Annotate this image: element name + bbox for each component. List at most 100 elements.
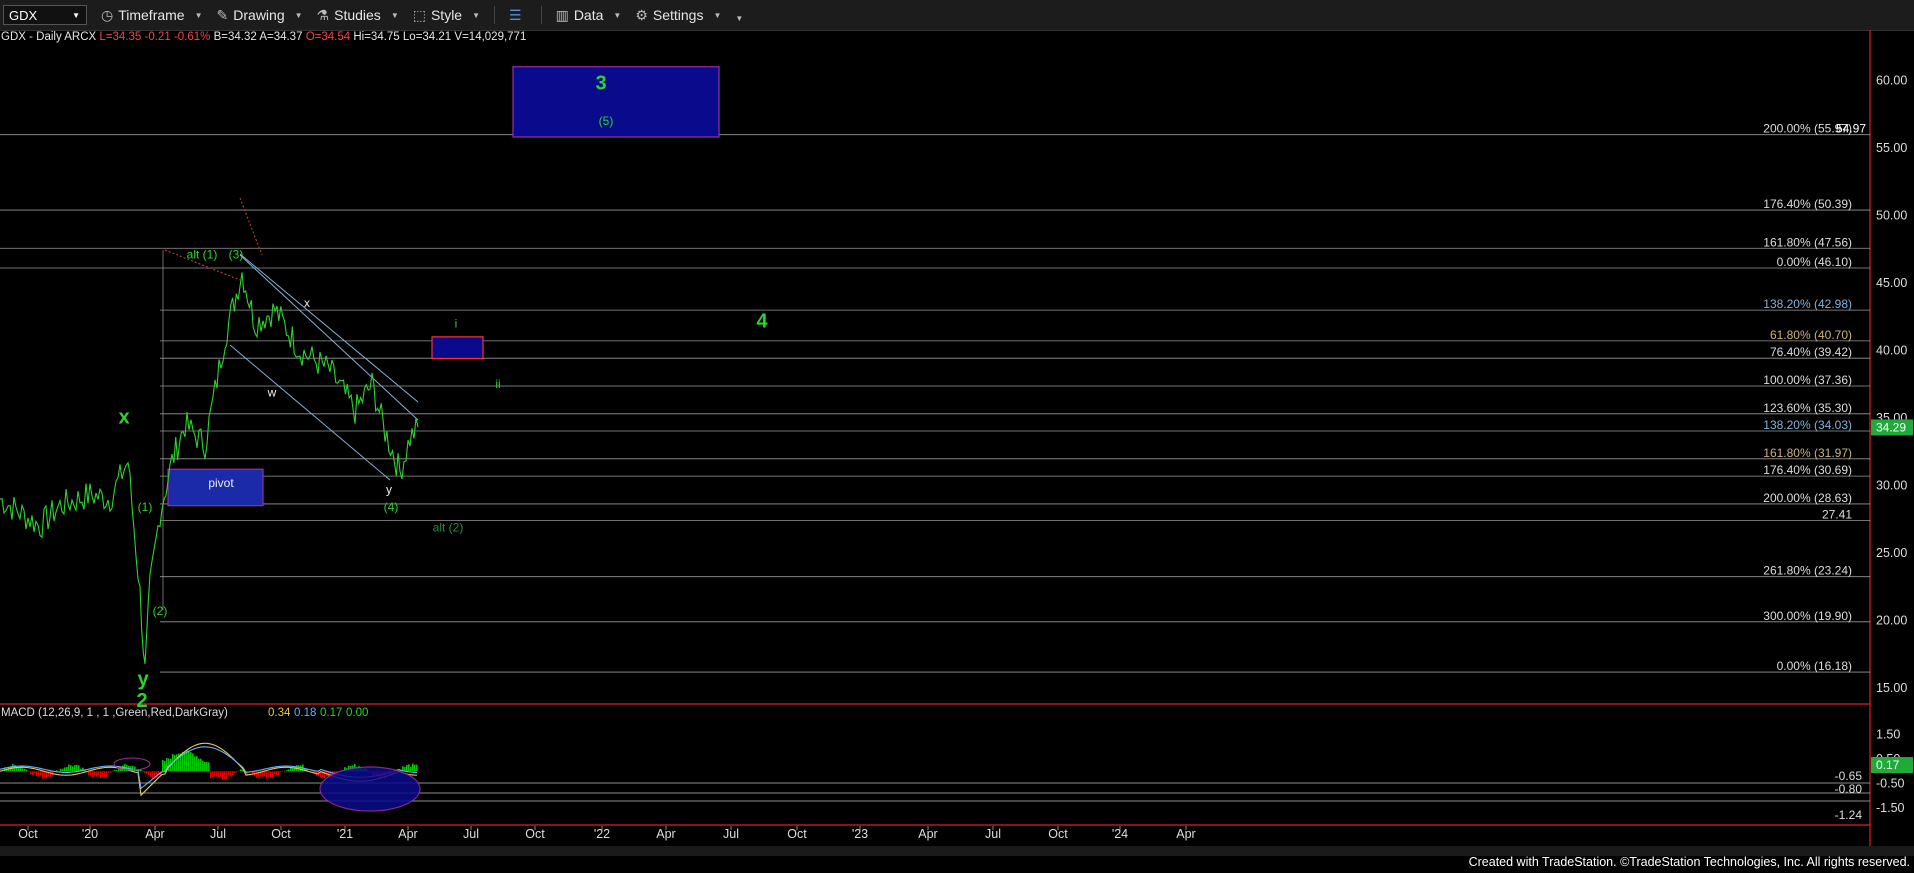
fib-level-label: 27.41 bbox=[1822, 507, 1852, 521]
macd-histogram-bar bbox=[90, 771, 92, 776]
wave-label: 3 bbox=[595, 73, 606, 95]
macd-histogram-bar bbox=[70, 765, 72, 772]
macd-histogram-bar bbox=[56, 770, 58, 772]
macd-histogram-bar bbox=[66, 767, 68, 772]
macd-histogram-bar bbox=[202, 760, 204, 772]
wave-label: x bbox=[304, 296, 310, 310]
macd-histogram-bar bbox=[268, 771, 270, 777]
macd-histogram-bar bbox=[192, 753, 194, 772]
macd-histogram-bar bbox=[174, 755, 176, 772]
wave-label: ii bbox=[495, 377, 500, 391]
macd-histogram-bar bbox=[162, 760, 164, 772]
macd-histogram-bar bbox=[184, 751, 186, 772]
macd-histogram-bar bbox=[278, 771, 280, 776]
macd-highlight-ellipse bbox=[319, 766, 421, 812]
macd-label: MACD (12,26,9, 1 , 1 ,Green,Red,DarkGray… bbox=[1, 707, 228, 719]
wave-label: (3) bbox=[229, 248, 244, 262]
macd-histogram-bar bbox=[32, 771, 34, 776]
wave-label: x bbox=[118, 406, 129, 428]
macd-histogram-bar bbox=[300, 765, 302, 772]
fib-level-label: 61.80% (40.70) bbox=[1770, 328, 1852, 342]
macd-histogram-bar bbox=[216, 771, 218, 777]
y-tick-label: 25.00 bbox=[1876, 546, 1907, 560]
macd-histogram-bar bbox=[406, 765, 408, 772]
macd-histogram-bar bbox=[36, 771, 38, 776]
fib-level-label: 261.80% (23.24) bbox=[1763, 564, 1852, 578]
macd-histogram-bar bbox=[196, 756, 198, 772]
current-price-label: 34.29 bbox=[1876, 420, 1906, 434]
macd-histogram-bar bbox=[224, 771, 226, 779]
channel-lower-line bbox=[229, 344, 391, 481]
fib-level-label: 123.60% (35.30) bbox=[1763, 401, 1852, 415]
macd-histogram-bar bbox=[150, 771, 152, 777]
macd-histogram-bar bbox=[22, 768, 24, 772]
wave-i-target bbox=[431, 336, 484, 360]
macd-histogram-bar bbox=[152, 771, 154, 779]
fib-level-label: 176.40% (30.69) bbox=[1763, 463, 1852, 477]
macd-histogram-bar bbox=[176, 754, 178, 772]
macd-histogram-bar bbox=[108, 771, 110, 773]
macd-histogram-bar bbox=[100, 771, 102, 779]
macd-histogram-bar bbox=[62, 768, 64, 772]
macd-value: 0.34 bbox=[268, 707, 291, 719]
macd-histogram-bar bbox=[34, 771, 36, 774]
macd-histogram-bar bbox=[416, 764, 418, 772]
macd-histogram-bar bbox=[236, 771, 238, 773]
macd-histogram-bar bbox=[408, 764, 410, 772]
macd-histogram-bar bbox=[204, 762, 206, 772]
ask-price: A=34.37 bbox=[259, 31, 303, 43]
wave-label: (5) bbox=[599, 114, 614, 128]
macd-histogram-bar bbox=[26, 769, 28, 772]
y-tick-label: 55.00 bbox=[1876, 141, 1907, 155]
macd-histogram-bar bbox=[78, 765, 80, 772]
macd-histogram-bar bbox=[230, 771, 232, 777]
macd-histogram-bar bbox=[280, 771, 282, 773]
macd-histogram-bar bbox=[38, 771, 40, 777]
macd-histogram-bar bbox=[210, 771, 212, 779]
wave-label: w bbox=[267, 385, 277, 399]
low-price: Lo=34.21 bbox=[402, 31, 452, 43]
wave-label: y bbox=[137, 668, 149, 690]
macd-histogram-bar bbox=[98, 771, 100, 776]
y-tick-label: 45.00 bbox=[1876, 276, 1907, 290]
macd-histogram-bar bbox=[228, 771, 230, 776]
fib-level-label: 300.00% (19.90) bbox=[1763, 609, 1852, 623]
y-tick-label: 30.00 bbox=[1876, 478, 1907, 492]
macd-histogram-bar bbox=[106, 771, 108, 777]
y-tick-label: 50.00 bbox=[1876, 208, 1907, 222]
fib-level-label: 138.20% (34.03) bbox=[1763, 418, 1852, 432]
wave-3-target bbox=[512, 66, 720, 138]
macd-level-label: -0.65 bbox=[1835, 769, 1863, 783]
price-change-pct: -0.61% bbox=[173, 31, 211, 43]
macd-histogram-bar bbox=[94, 771, 96, 776]
trend-dashed-line bbox=[239, 197, 263, 256]
macd-histogram-bar bbox=[50, 771, 52, 778]
macd-histogram-bar bbox=[146, 771, 148, 775]
macd-histogram-bar bbox=[208, 762, 210, 772]
macd-histogram-bar bbox=[96, 771, 98, 777]
macd-histogram-bar bbox=[206, 761, 208, 772]
macd-histogram-bar bbox=[114, 769, 116, 772]
wave-label: alt (1) bbox=[187, 248, 218, 262]
y-tick-label: 60.00 bbox=[1876, 73, 1907, 87]
footer-credit: Created with TradeStation. ©TradeStation… bbox=[1468, 855, 1910, 869]
macd-level-label: -0.80 bbox=[1835, 782, 1863, 796]
macd-histogram-bar bbox=[102, 771, 104, 778]
channel-upper-line bbox=[239, 253, 419, 403]
fib-level-label: 200.00% (28.63) bbox=[1763, 491, 1852, 505]
macd-histogram-bar bbox=[148, 771, 150, 775]
macd-histogram-bar bbox=[144, 771, 146, 773]
macd-value: 0.18 bbox=[294, 707, 316, 719]
macd-histogram-bar bbox=[104, 771, 106, 778]
fib-level-label: 138.20% (42.98) bbox=[1763, 297, 1852, 311]
macd-histogram-bar bbox=[410, 766, 412, 772]
macd-histogram-bar bbox=[272, 771, 274, 778]
fib-level-label: 100.00% (37.36) bbox=[1763, 373, 1852, 387]
macd-histogram-bar bbox=[68, 764, 70, 772]
macd-histogram-bar bbox=[24, 768, 26, 772]
fib-level-label: 161.80% (47.56) bbox=[1763, 235, 1852, 249]
volume: V=14,029,771 bbox=[454, 31, 527, 43]
y-tick-label: 15.00 bbox=[1876, 681, 1907, 695]
high-price: Hi=34.75 bbox=[353, 31, 400, 43]
macd-histogram-bar bbox=[72, 766, 74, 772]
